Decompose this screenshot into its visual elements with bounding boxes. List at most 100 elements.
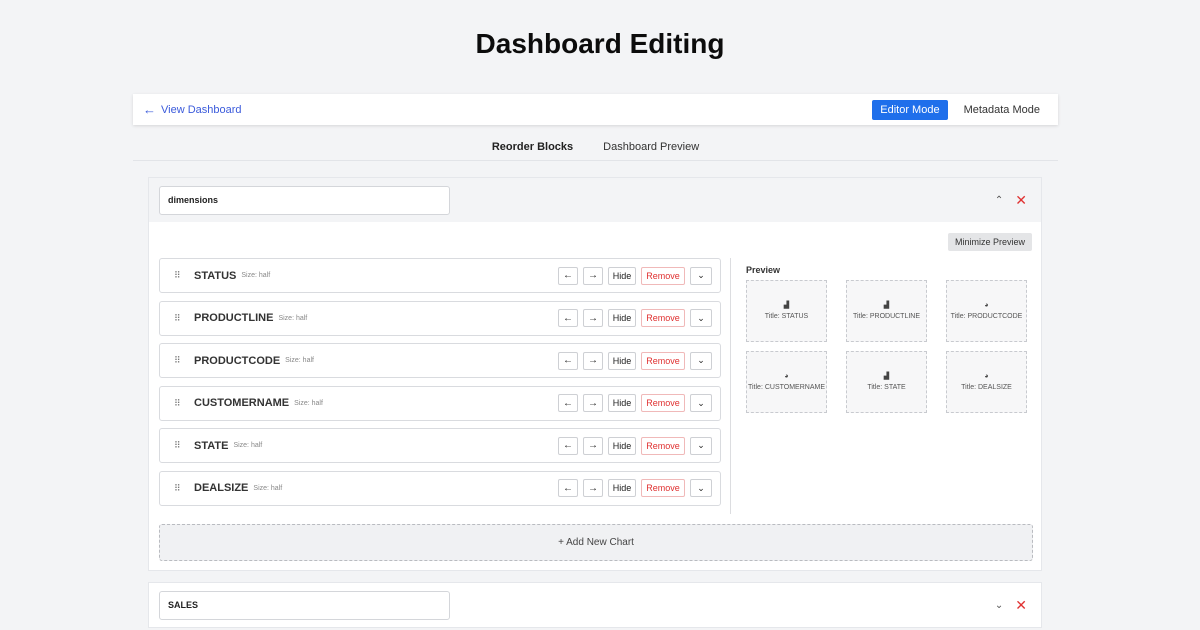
preview-heading: Preview: [746, 265, 781, 275]
expand-button[interactable]: ⌄: [690, 436, 712, 455]
preview-card-title: Title: CUSTOMERNAME: [747, 383, 825, 391]
remove-button[interactable]: Remove: [641, 309, 685, 328]
drag-handle-icon[interactable]: ⠿: [174, 398, 194, 409]
chart-row[interactable]: ⠿ STATE Size: half ← → Hide Remove ⌄: [159, 428, 721, 464]
drag-handle-icon[interactable]: ⠿: [174, 483, 194, 494]
move-right-button[interactable]: →: [583, 479, 603, 498]
chart-name: PRODUCTLINE: [194, 312, 274, 325]
move-right-button[interactable]: →: [583, 309, 603, 328]
preview-card-title: Title: PRODUCTLINE: [852, 312, 921, 320]
remove-button[interactable]: Remove: [641, 351, 685, 370]
move-right-button[interactable]: →: [583, 394, 603, 413]
page-title: Dashboard Editing: [475, 28, 725, 59]
chart-size: Size: half: [233, 442, 263, 450]
add-new-chart-button[interactable]: + Add New Chart: [159, 524, 1033, 561]
bar-chart-icon: ▟: [883, 373, 890, 381]
chart-name: PRODUCTCODE: [194, 354, 281, 367]
preview-card-title: Title: PRODUCTCODE: [950, 312, 1023, 320]
chart-row[interactable]: ⠿ STATUS Size: half ← → Hide Remove ⌄: [159, 258, 721, 293]
hide-button[interactable]: Hide: [608, 479, 636, 498]
expand-button[interactable]: ⌄: [690, 394, 712, 413]
chevron-down-icon: ⌄: [697, 270, 705, 280]
move-left-button[interactable]: ←: [558, 309, 578, 328]
chart-name: DEALSIZE: [194, 482, 249, 495]
divider: [730, 258, 731, 514]
pie-chart-icon: ◕: [784, 373, 789, 381]
preview-card: ▟ Title: PRODUCTLINE: [846, 280, 927, 342]
chevron-down-icon[interactable]: ⌄: [995, 600, 1003, 611]
hide-button[interactable]: Hide: [608, 436, 636, 455]
block-sales: SALES ⌄ ✕: [148, 582, 1042, 628]
preview-card: ◕ Title: DEALSIZE: [946, 351, 1027, 413]
move-right-button[interactable]: →: [583, 436, 603, 455]
hide-button[interactable]: Hide: [608, 351, 636, 370]
arrow-left-icon: ←: [143, 102, 156, 117]
bar-chart-icon: ▟: [883, 302, 890, 310]
tab-reorder-blocks[interactable]: Reorder Blocks: [492, 136, 573, 160]
block-name-input[interactable]: dimensions: [159, 185, 450, 215]
preview-card: ◕ Title: CUSTOMERNAME: [746, 351, 827, 413]
preview-card-title: Title: STATE: [867, 383, 906, 391]
minimize-preview-button[interactable]: Minimize Preview: [947, 233, 1032, 251]
chevron-down-icon: ⌄: [697, 312, 705, 323]
move-right-button[interactable]: →: [583, 266, 603, 285]
expand-button[interactable]: ⌄: [690, 309, 712, 328]
move-left-button[interactable]: ←: [558, 436, 578, 455]
chart-name: CUSTOMERNAME: [194, 397, 290, 410]
hide-button[interactable]: Hide: [608, 266, 636, 285]
chart-row[interactable]: ⠿ PRODUCTCODE Size: half ← → Hide Remove…: [159, 343, 721, 379]
chevron-down-icon: ⌄: [697, 397, 705, 408]
preview-card: ◕ Title: PRODUCTCODE: [946, 280, 1027, 342]
remove-button[interactable]: Remove: [641, 394, 685, 413]
preview-card-title: Title: STATUS: [764, 312, 809, 320]
move-right-button[interactable]: →: [583, 351, 603, 370]
remove-button[interactable]: Remove: [641, 436, 685, 455]
hide-button[interactable]: Hide: [608, 309, 636, 328]
block-dimensions: dimensions ⌃ ✕ Minimize Preview ⠿ STATUS…: [148, 177, 1042, 571]
move-left-button[interactable]: ←: [558, 479, 578, 498]
expand-button[interactable]: ⌄: [690, 479, 712, 498]
remove-button[interactable]: Remove: [641, 266, 685, 285]
pie-chart-icon: ◕: [984, 302, 989, 310]
chart-name: STATUS: [194, 269, 237, 282]
expand-button[interactable]: ⌄: [690, 351, 712, 370]
drag-handle-icon[interactable]: ⠿: [174, 270, 194, 281]
preview-card: ▟ Title: STATE: [846, 351, 927, 413]
chart-list: ⠿ STATUS Size: half ← → Hide Remove ⌄ ⠿ …: [159, 258, 721, 514]
chart-row[interactable]: ⠿ DEALSIZE Size: half ← → Hide Remove ⌄: [159, 470, 721, 506]
chart-row[interactable]: ⠿ CUSTOMERNAME Size: half ← → Hide Remov…: [159, 385, 721, 421]
chevron-down-icon: ⌄: [697, 355, 705, 366]
close-icon[interactable]: ✕: [1015, 193, 1027, 207]
move-left-button[interactable]: ←: [558, 351, 578, 370]
mode-switch: Editor Mode Metadata Mode: [872, 99, 1048, 120]
metadata-mode-button[interactable]: Metadata Mode: [956, 100, 1048, 120]
tab-bar: Reorder Blocks Dashboard Preview: [133, 136, 1058, 161]
chevron-up-icon[interactable]: ⌃: [995, 195, 1003, 206]
drag-handle-icon[interactable]: ⠿: [174, 440, 194, 451]
move-left-button[interactable]: ←: [558, 394, 578, 413]
chart-row[interactable]: ⠿ PRODUCTLINE Size: half ← → Hide Remove…: [159, 300, 721, 336]
bar-chart-icon: ▟: [783, 302, 790, 310]
drag-handle-icon[interactable]: ⠿: [174, 355, 194, 366]
close-icon[interactable]: ✕: [1015, 598, 1027, 612]
tab-dashboard-preview[interactable]: Dashboard Preview: [603, 136, 699, 160]
chevron-down-icon: ⌄: [697, 440, 705, 451]
preview-card: ▟ Title: STATUS: [746, 280, 827, 342]
chart-size: Size: half: [278, 314, 308, 322]
top-bar: ← View Dashboard Editor Mode Metadata Mo…: [133, 94, 1058, 125]
chart-size: Size: half: [294, 399, 323, 407]
view-dashboard-link[interactable]: ← View Dashboard: [143, 103, 242, 116]
chart-name: STATE: [194, 439, 229, 452]
block-header: dimensions ⌃ ✕: [149, 178, 1041, 222]
block-name-input[interactable]: SALES: [159, 590, 450, 620]
chevron-down-icon: ⌄: [697, 482, 705, 493]
move-left-button[interactable]: ←: [558, 266, 578, 285]
expand-button[interactable]: ⌄: [690, 266, 712, 285]
chart-size: Size: half: [253, 484, 283, 492]
preview-card-title: Title: DEALSIZE: [961, 383, 1012, 391]
pie-chart-icon: ◕: [984, 373, 989, 381]
remove-button[interactable]: Remove: [641, 479, 685, 498]
drag-handle-icon[interactable]: ⠿: [174, 313, 194, 324]
editor-mode-button[interactable]: Editor Mode: [872, 99, 948, 120]
hide-button[interactable]: Hide: [608, 394, 636, 413]
